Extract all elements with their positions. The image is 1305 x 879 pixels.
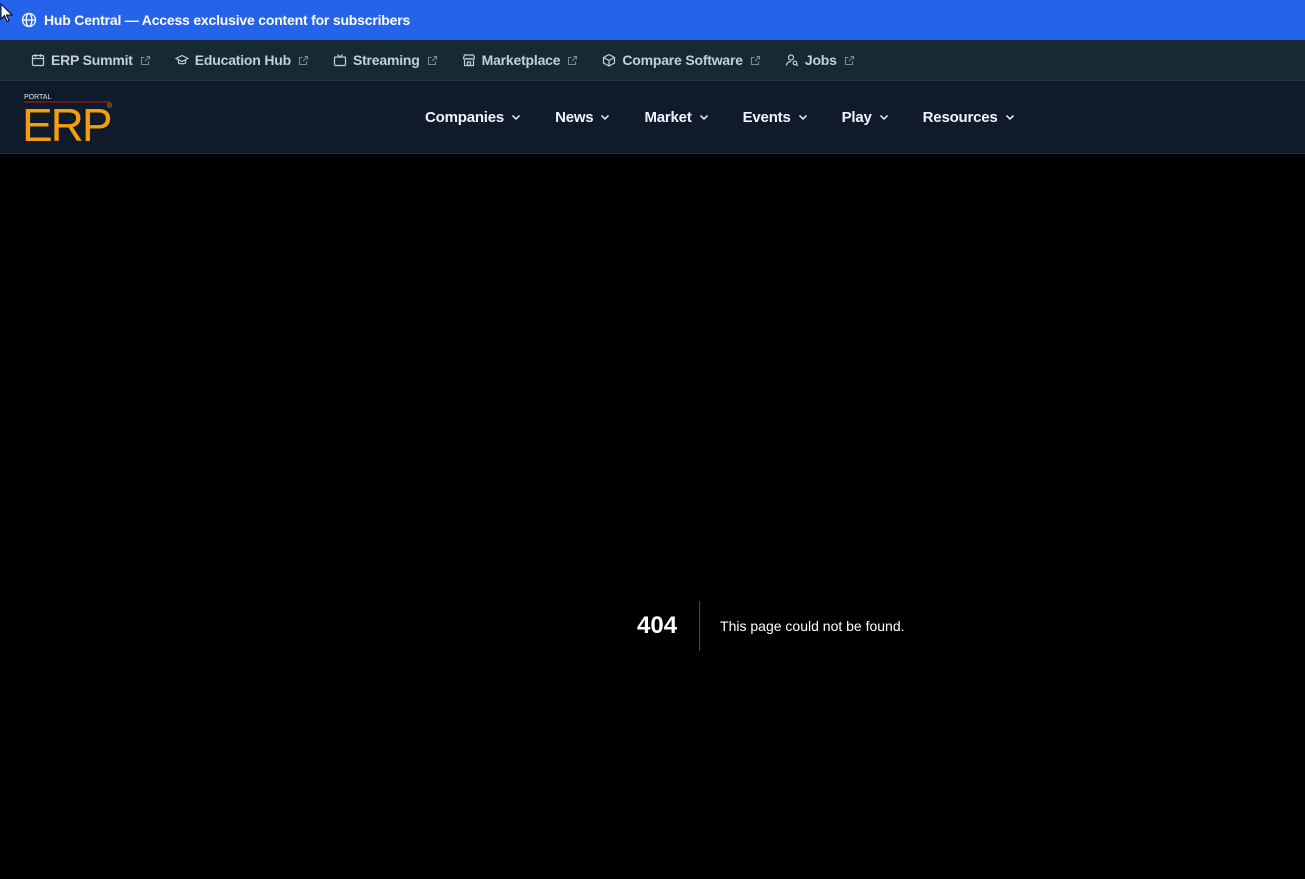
- calendar-icon: [31, 53, 45, 67]
- nav-menu: Companies News Market Events Play Resour…: [425, 81, 1049, 153]
- external-link-icon: [844, 55, 855, 66]
- error-code: 404: [637, 601, 701, 651]
- nav-item-market[interactable]: Market: [644, 109, 709, 126]
- store-icon: [462, 53, 476, 67]
- external-link-icon: [750, 55, 761, 66]
- error-message: This page could not be found.: [720, 618, 905, 634]
- chevron-down-icon: [698, 111, 710, 123]
- nav-item-label: Market: [644, 108, 692, 126]
- chevron-down-icon: [1004, 111, 1016, 123]
- logo-main-text: ERP: [22, 99, 111, 145]
- external-link-icon: [427, 55, 438, 66]
- util-link-label: Education Hub: [194, 52, 291, 68]
- util-link-streaming[interactable]: Streaming: [333, 52, 438, 68]
- user-search-icon: [785, 53, 799, 67]
- external-link-icon: [298, 55, 309, 66]
- mouse-cursor-icon: [0, 2, 14, 23]
- external-link-icon: [567, 55, 578, 66]
- chevron-down-icon: [599, 111, 611, 123]
- globe-icon: [21, 12, 37, 28]
- error-block: 404 This page could not be found.: [637, 601, 905, 651]
- main-navigation: PORTAL ERP ® Companies News Market Event…: [0, 81, 1305, 154]
- util-link-label: Jobs: [804, 52, 837, 68]
- nav-item-play[interactable]: Play: [842, 109, 890, 126]
- nav-item-label: News: [555, 108, 594, 126]
- box-icon: [602, 53, 616, 67]
- util-link-label: Compare Software: [622, 52, 743, 68]
- chevron-down-icon: [797, 111, 809, 123]
- chevron-down-icon: [510, 111, 522, 123]
- nav-item-label: Events: [742, 108, 791, 126]
- nav-item-label: Companies: [425, 108, 505, 126]
- util-link-education-hub[interactable]: Education Hub: [174, 52, 309, 68]
- nav-item-events[interactable]: Events: [743, 109, 809, 126]
- nav-item-companies[interactable]: Companies: [425, 109, 522, 126]
- util-link-compare-software[interactable]: Compare Software: [602, 52, 761, 68]
- tv-icon: [333, 53, 347, 67]
- logo-registered-mark: ®: [107, 102, 113, 110]
- external-link-icon: [140, 55, 151, 66]
- announcement-banner[interactable]: Hub Central — Access exclusive content f…: [0, 0, 1305, 40]
- util-link-label: Streaming: [352, 52, 420, 68]
- graduation-cap-icon: [174, 53, 189, 67]
- util-link-erp-summit[interactable]: ERP Summit: [31, 52, 151, 68]
- utility-bar: ERP Summit Education Hub Streaming Marke…: [0, 40, 1305, 81]
- banner-text[interactable]: Hub Central — Access exclusive content f…: [44, 12, 410, 28]
- site-logo[interactable]: PORTAL ERP ®: [22, 87, 114, 151]
- nav-item-news[interactable]: News: [555, 109, 611, 126]
- util-link-marketplace[interactable]: Marketplace: [462, 52, 579, 68]
- util-link-label: ERP Summit: [51, 52, 133, 68]
- util-link-jobs[interactable]: Jobs: [785, 52, 855, 68]
- util-link-label: Marketplace: [481, 52, 561, 68]
- chevron-down-icon: [878, 111, 890, 123]
- nav-item-resources[interactable]: Resources: [923, 109, 1016, 126]
- nav-item-label: Resources: [922, 108, 998, 126]
- main-content: 404 This page could not be found.: [0, 154, 1305, 879]
- nav-item-label: Play: [841, 108, 872, 126]
